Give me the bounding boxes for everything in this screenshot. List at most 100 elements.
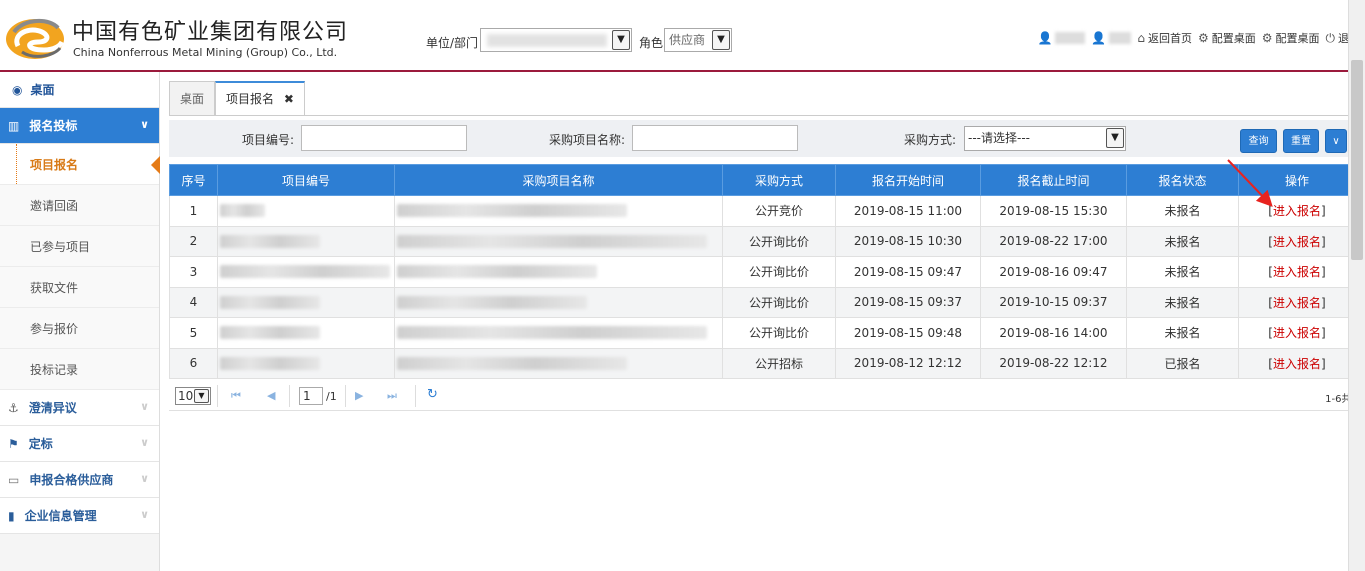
- sidebar-item-label: 已参与项目: [30, 239, 91, 254]
- page-number-value: 1: [303, 389, 311, 403]
- config-desk-link-1[interactable]: ⚙ 配置桌面: [1198, 30, 1256, 46]
- sidebar-item-desk[interactable]: ◉ 桌面: [0, 72, 159, 108]
- unit-select[interactable]: ▼: [480, 28, 632, 52]
- role-label: 角色: [639, 36, 664, 50]
- last-page-icon[interactable]: ⏭: [387, 389, 397, 403]
- vertical-scrollbar[interactable]: [1348, 0, 1365, 571]
- cell-project-name-redacted: [394, 195, 723, 227]
- refresh-icon[interactable]: ↻: [427, 387, 438, 402]
- method-select[interactable]: ---请选择--- ▼: [964, 126, 1126, 151]
- chevron-down-icon: ∨: [140, 508, 149, 521]
- chevron-down-icon: ∨: [140, 400, 149, 413]
- sidebar-item-bid-records[interactable]: 投标记录: [0, 349, 159, 390]
- cell-op: [进入报名]: [1238, 256, 1356, 288]
- sidebar-item-quote[interactable]: 参与报价: [0, 308, 159, 349]
- enter-signup-label: 进入报名: [1272, 356, 1321, 371]
- tab-desk[interactable]: 桌面: [169, 81, 216, 115]
- enter-signup-link[interactable]: [进入报名]: [1268, 326, 1325, 340]
- pager-separator: [217, 385, 218, 407]
- tab-label: 项目报名: [226, 92, 275, 106]
- col-header-no: 序号: [169, 164, 218, 196]
- logout-link[interactable]: ⏻ 退: [1326, 30, 1350, 46]
- sidebar-item-invitation-reply[interactable]: 邀请回函: [0, 185, 159, 226]
- cell-no: 5: [169, 317, 218, 349]
- sidebar-item-label: 邀请回函: [30, 198, 79, 213]
- sidebar-group-label: 定标: [28, 437, 53, 451]
- sidebar-group-label: 申报合格供应商: [29, 473, 114, 487]
- user-info-2[interactable]: 👤: [1091, 31, 1132, 45]
- enter-signup-label: 进入报名: [1272, 204, 1321, 219]
- role-select-value: 供应商: [669, 33, 706, 47]
- table-row: 1 公开竞价 2019-08-15 11:00 2019-08-15 15:30…: [169, 195, 1356, 227]
- sidebar-item-joined-projects[interactable]: 已参与项目: [0, 226, 159, 267]
- cell-status: 未报名: [1126, 256, 1239, 288]
- cell-method: 公开询比价: [722, 317, 836, 349]
- chevron-down-icon: ▼: [612, 30, 630, 50]
- reset-button[interactable]: 重置: [1283, 129, 1319, 153]
- pager-separator: [415, 385, 416, 407]
- cell-status: 未报名: [1126, 195, 1239, 227]
- close-icon[interactable]: ✖: [284, 92, 294, 106]
- app-header: 中国有色矿业集团有限公司 China Nonferrous Metal Mini…: [0, 0, 1365, 72]
- cell-start: 2019-08-15 09:47: [835, 256, 981, 288]
- col-header-status: 报名状态: [1126, 164, 1239, 196]
- card-icon: ▭: [8, 472, 20, 487]
- page-size-select[interactable]: 10 ▼: [175, 387, 211, 405]
- cell-op: [进入报名]: [1238, 317, 1356, 349]
- user-icon: 👤: [1037, 31, 1053, 45]
- user-info[interactable]: 👤: [1037, 31, 1086, 45]
- page-number-input[interactable]: 1: [299, 387, 323, 405]
- sidebar-group-clarify[interactable]: ⚓ 澄清异议 ∨: [0, 390, 159, 426]
- tab-project-signup[interactable]: 项目报名 ✖: [215, 81, 305, 115]
- enter-signup-link[interactable]: [进入报名]: [1268, 204, 1325, 218]
- enter-signup-link[interactable]: [进入报名]: [1268, 296, 1325, 310]
- chevron-down-icon: ∨: [140, 118, 149, 131]
- home-link[interactable]: ⌂ 返回首页: [1137, 30, 1192, 46]
- sidebar-group-signup-bidding[interactable]: ▥ 报名投标 ∨: [0, 108, 159, 144]
- cell-status: 未报名: [1126, 286, 1239, 318]
- cell-no: 1: [169, 195, 218, 227]
- config-desk-link-2[interactable]: ⚙ 配置桌面: [1262, 30, 1320, 46]
- sidebar-item-label: 桌面: [30, 83, 55, 97]
- enter-signup-link[interactable]: [进入报名]: [1268, 357, 1325, 371]
- cell-op: [进入报名]: [1238, 347, 1356, 379]
- enter-signup-label: 进入报名: [1272, 295, 1321, 310]
- sidebar-item-get-documents[interactable]: 获取文件: [0, 267, 159, 308]
- gear-icon: ⚙: [1197, 31, 1209, 45]
- project-name-input[interactable]: [632, 125, 798, 151]
- cell-no: 4: [169, 286, 218, 318]
- cell-end: 2019-10-15 09:37: [980, 286, 1127, 318]
- power-icon: ⏻: [1325, 30, 1336, 45]
- sidebar-item-project-signup[interactable]: 项目报名: [0, 144, 160, 185]
- prev-page-icon[interactable]: ◀: [267, 389, 275, 402]
- cell-project-no-redacted: [217, 225, 395, 257]
- project-no-input[interactable]: [301, 125, 467, 151]
- sidebar-group-award[interactable]: ⚑ 定标 ∨: [0, 426, 159, 462]
- flag-icon: ⚑: [8, 436, 19, 451]
- sidebar-group-enterprise-info[interactable]: ▮ 企业信息管理 ∨: [0, 498, 159, 534]
- enter-signup-label: 进入报名: [1272, 265, 1321, 280]
- table-row: 6 公开招标 2019-08-12 12:12 2019-08-22 12:12…: [169, 347, 1356, 379]
- user-icon: 👤: [1091, 31, 1107, 45]
- col-header-method: 采购方式: [722, 164, 836, 196]
- first-page-icon[interactable]: ⏮: [231, 389, 241, 403]
- role-select[interactable]: 供应商 ▼: [664, 28, 732, 52]
- chevron-down-icon: ▼: [194, 389, 209, 403]
- sidebar-item-label: 投标记录: [30, 362, 79, 377]
- sidebar-item-label: 获取文件: [30, 280, 79, 295]
- cell-end: 2019-08-16 09:47: [980, 256, 1127, 288]
- top-links: 👤 👤 ⌂ 返回首页 ⚙ 配置桌面 ⚙ 配置桌面 ⏻ 退: [1037, 30, 1349, 46]
- enter-signup-link[interactable]: [进入报名]: [1268, 265, 1325, 279]
- expand-search-button[interactable]: ∨: [1325, 129, 1347, 153]
- next-page-icon[interactable]: ▶: [355, 389, 363, 402]
- enter-signup-link[interactable]: [进入报名]: [1268, 235, 1325, 249]
- book-icon: ▥: [8, 118, 20, 133]
- query-button[interactable]: 查询: [1240, 129, 1277, 153]
- cell-method: 公开询比价: [722, 286, 836, 318]
- home-icon: ⌂: [1137, 31, 1145, 45]
- project-name-label: 采购项目名称:: [549, 133, 626, 147]
- sidebar-group-qualified-supplier[interactable]: ▭ 申报合格供应商 ∨: [0, 462, 159, 498]
- scrollbar-thumb[interactable]: [1351, 60, 1363, 260]
- bar-chart-icon: ▮: [8, 508, 15, 523]
- table-row: 2 公开询比价 2019-08-15 10:30 2019-08-22 17:0…: [169, 225, 1356, 257]
